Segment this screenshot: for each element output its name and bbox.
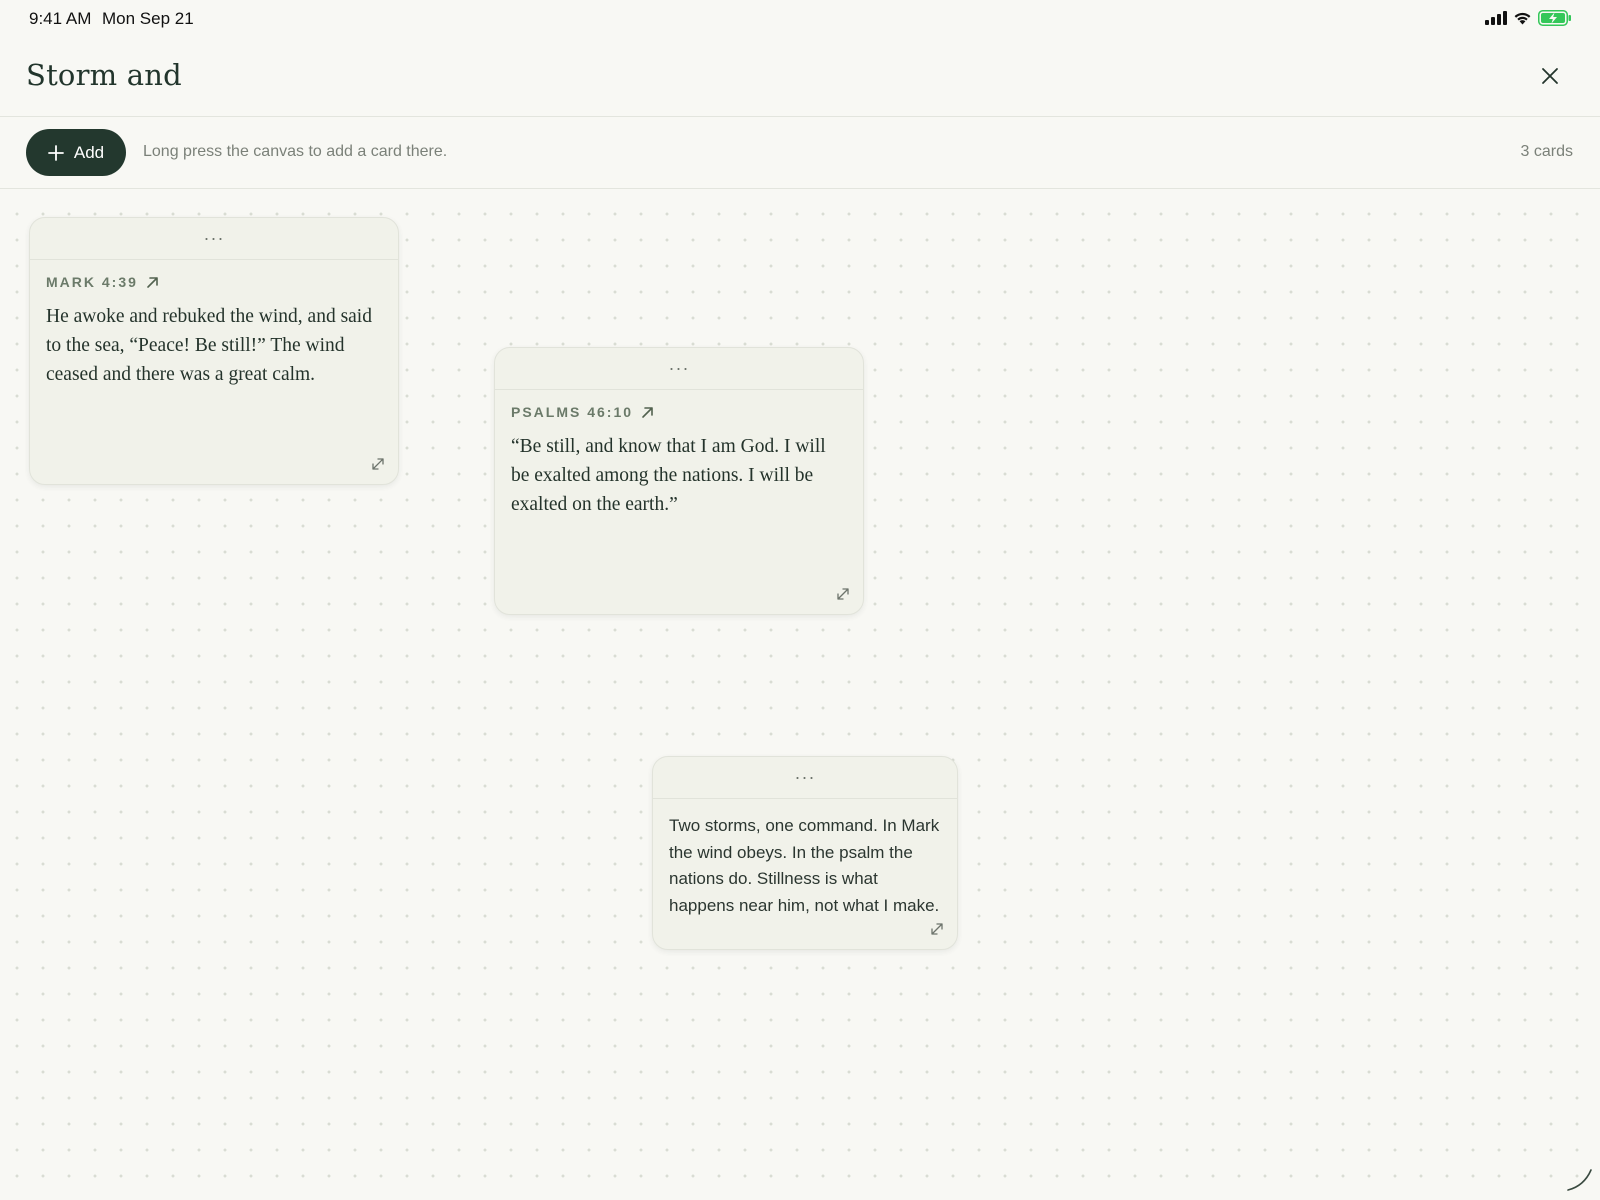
status-bar: 9:41 AM Mon Sep 21 — [0, 0, 1600, 38]
external-link-icon — [642, 406, 653, 418]
verse-reference-label: PSALMS 46:10 — [511, 404, 634, 420]
status-time: 9:41 AM — [29, 9, 92, 28]
open-reference-button[interactable] — [641, 406, 654, 419]
resize-icon[interactable] — [929, 921, 945, 937]
page-title: Storm and — [26, 58, 182, 92]
external-link-icon — [147, 276, 158, 288]
note-text[interactable]: Two storms, one command. In Mark the win… — [669, 813, 941, 949]
canvas-hint: Long press the canvas to add a card ther… — [143, 143, 448, 160]
card-menu-handle[interactable]: ··· — [495, 348, 863, 390]
pencil-corner-icon[interactable] — [1564, 1164, 1594, 1194]
close-button[interactable] — [1538, 64, 1562, 88]
verse-reference: MARK 4:39 — [46, 274, 398, 290]
add-button[interactable]: Add — [26, 129, 126, 176]
plus-icon — [47, 144, 64, 161]
status-icons — [1485, 10, 1572, 26]
card-menu-handle[interactable]: ··· — [653, 757, 957, 799]
resize-icon[interactable] — [370, 456, 386, 472]
verse-reference: PSALMS 46:10 — [511, 404, 863, 420]
verse-text: He awoke and rebuked the wind, and said … — [46, 306, 372, 385]
card-count: 3 cards — [1520, 143, 1573, 160]
resize-icon[interactable] — [835, 586, 851, 602]
wifi-icon — [1514, 12, 1531, 25]
note-card[interactable]: ··· Two storms, one command. In Mark the… — [652, 756, 958, 950]
toolbar: Add Long press the canvas to add a card … — [0, 117, 1600, 189]
open-reference-button[interactable] — [146, 276, 159, 289]
close-icon — [1542, 68, 1558, 84]
verse-text: “Be still, and know that I am God. I wil… — [511, 436, 826, 515]
card-menu-handle[interactable]: ··· — [30, 218, 398, 260]
header: Storm and — [0, 38, 1600, 117]
verse-card[interactable]: ··· PSALMS 46:10 “Be still, and know tha… — [494, 347, 864, 615]
add-button-label: Add — [73, 142, 105, 162]
canvas[interactable]: ··· MARK 4:39 He awoke and rebuked the w… — [0, 190, 1600, 1200]
verse-card[interactable]: ··· MARK 4:39 He awoke and rebuked the w… — [29, 217, 399, 485]
battery-charging-icon — [1538, 10, 1571, 26]
status-date: Mon Sep 21 — [102, 9, 194, 28]
signal-icon — [1485, 11, 1507, 25]
verse-reference-label: MARK 4:39 — [46, 274, 138, 290]
